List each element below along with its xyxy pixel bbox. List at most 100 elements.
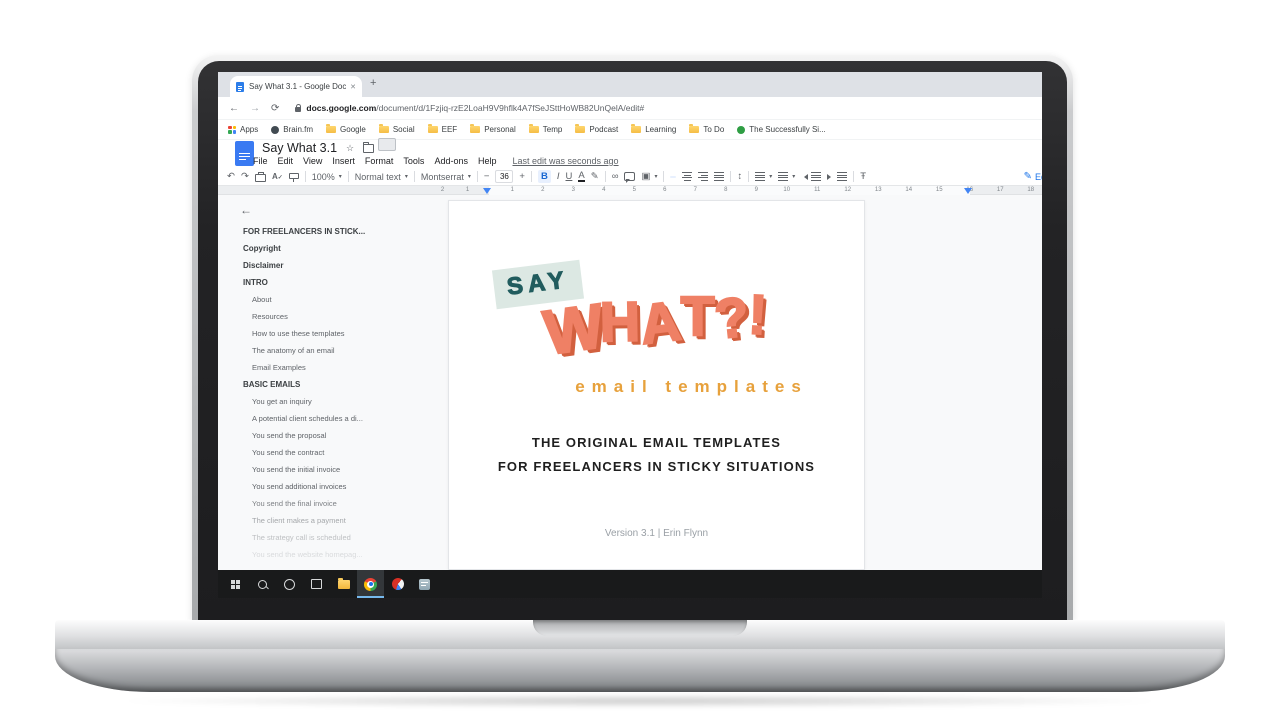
back-icon[interactable]: ← — [229, 103, 239, 114]
bold-button[interactable]: B — [538, 170, 551, 183]
outline-item[interactable]: About — [218, 291, 448, 308]
insert-link-icon[interactable]: ∞ — [612, 171, 619, 182]
outline-item[interactable]: How to use these templates — [218, 325, 448, 342]
document-title[interactable]: Say What 3.1 — [262, 141, 337, 155]
outline-item[interactable]: Copyright — [218, 240, 448, 257]
indent-marker-left[interactable] — [483, 188, 491, 194]
site-icon — [271, 126, 279, 134]
bullet-list-button[interactable]: ▾ — [778, 172, 795, 181]
outline-item[interactable]: You get an inquiry — [218, 393, 448, 410]
star-icon[interactable]: ☆ — [346, 143, 354, 154]
bookmark-brainfm[interactable]: Brain.fm — [271, 125, 313, 134]
font-size-decrease[interactable]: − — [484, 171, 490, 182]
bookmark-successfully[interactable]: The Successfully Si... — [737, 125, 825, 134]
outline-item[interactable]: Disclaimer — [218, 257, 448, 274]
outline-item[interactable]: A potential client schedules a di... — [218, 410, 448, 427]
bookmark-folder-todo[interactable]: To Do — [689, 125, 724, 134]
move-folder-icon[interactable] — [363, 144, 374, 153]
address-bar[interactable]: docs.google.com/document/d/1Fzjiq-rzE2Lo… — [306, 103, 644, 113]
align-left-button[interactable] — [670, 176, 676, 178]
spellcheck-icon[interactable]: A✓ — [272, 172, 283, 181]
outline-item[interactable]: You send the website homepag... — [218, 546, 448, 563]
file-explorer-button[interactable] — [330, 570, 357, 598]
zoom-select[interactable]: 100%▾ — [312, 172, 342, 182]
new-tab-button[interactable]: + — [370, 77, 376, 89]
editing-mode-button[interactable]: ✎ Edi — [1024, 171, 1042, 182]
close-outline-icon[interactable]: ← — [240, 203, 252, 217]
insert-comment-icon[interactable] — [624, 172, 635, 181]
document-page[interactable]: SAY WHAT?! email templates THE ORIGINAL … — [448, 200, 865, 570]
app-notes-button[interactable] — [411, 570, 438, 598]
outline-item[interactable]: The anatomy of an email — [218, 342, 448, 359]
menu-insert[interactable]: Insert — [332, 156, 355, 166]
align-right-button[interactable] — [698, 172, 708, 181]
taskbar-search[interactable] — [249, 570, 276, 598]
insert-image-icon[interactable]: ▣▾ — [641, 171, 657, 182]
ruler[interactable]: 21 123456789101112131415161718 — [218, 186, 1042, 195]
browser-tab-active[interactable]: Say What 3.1 - Google Docs ✕ — [230, 76, 362, 97]
outline-item[interactable]: The client makes a payment — [218, 512, 448, 529]
bookmark-folder-learning[interactable]: Learning — [631, 125, 676, 134]
menu-format[interactable]: Format — [365, 156, 394, 166]
menu-view[interactable]: View — [303, 156, 322, 166]
close-tab-icon[interactable]: ✕ — [350, 83, 356, 91]
bookmark-folder-google[interactable]: Google — [326, 125, 366, 134]
print-icon[interactable] — [255, 174, 266, 182]
app-red-button[interactable] — [384, 570, 411, 598]
line-spacing-icon[interactable]: ↕ — [737, 171, 742, 182]
indent-decrease-button[interactable] — [801, 172, 821, 181]
italic-button[interactable]: I — [557, 171, 560, 182]
indent-marker-right[interactable] — [964, 188, 972, 194]
undo-icon[interactable]: ↶ — [227, 171, 235, 182]
bookmark-folder-podcast[interactable]: Podcast — [575, 125, 618, 134]
redo-icon[interactable]: ↷ — [241, 171, 249, 182]
docs-toolbar: ↶ ↷ A✓ 100%▾ Normal text▾ Montserrat▾ − … — [218, 168, 1042, 186]
bookmark-folder-temp[interactable]: Temp — [529, 125, 563, 134]
outline-item[interactable]: You send additional invoices — [218, 478, 448, 495]
outline-item[interactable]: You send the contract — [218, 444, 448, 461]
bookmark-folder-social[interactable]: Social — [379, 125, 415, 134]
start-button[interactable] — [222, 570, 249, 598]
outline-item[interactable]: FOR FREELANCERS IN STICK... — [218, 223, 448, 240]
align-justify-button[interactable] — [714, 172, 724, 181]
outline-item[interactable]: You send the final invoice — [218, 495, 448, 512]
taskbar-cortana[interactable] — [276, 570, 303, 598]
font-select[interactable]: Montserrat▾ — [421, 172, 471, 182]
forward-icon[interactable]: → — [250, 103, 260, 114]
chrome-taskbar-button[interactable] — [357, 570, 384, 598]
menu-help[interactable]: Help — [478, 156, 497, 166]
outline-item[interactable]: The strategy call is scheduled — [218, 529, 448, 546]
clear-formatting-button[interactable]: Ŧ — [860, 171, 866, 182]
menu-addons[interactable]: Add-ons — [434, 156, 468, 166]
align-center-button[interactable] — [682, 172, 692, 181]
numbered-list-button[interactable]: ▾ — [755, 172, 772, 181]
task-view-button[interactable] — [303, 570, 330, 598]
outline-item[interactable]: Resources — [218, 308, 448, 325]
underline-button[interactable]: U — [566, 171, 573, 182]
font-size-value[interactable]: 36 — [495, 170, 513, 183]
menu-edit[interactable]: Edit — [278, 156, 294, 166]
menu-file[interactable]: File — [253, 156, 268, 166]
highlight-button[interactable]: ✎ — [591, 171, 599, 182]
bookmark-folder-eef[interactable]: EEF — [428, 125, 458, 134]
search-icon — [258, 580, 267, 589]
outline-item[interactable]: Email Examples — [218, 359, 448, 376]
site-icon — [737, 126, 745, 134]
outline-item[interactable]: INTRO — [218, 274, 448, 291]
google-docs-icon[interactable] — [235, 141, 254, 166]
ruler-numbers: 123456789101112131415161718 — [497, 186, 1042, 195]
outline-item[interactable]: You send the proposal — [218, 427, 448, 444]
font-size-increase[interactable]: + — [519, 171, 525, 182]
outline-item[interactable]: BASIC EMAILS — [218, 376, 448, 393]
reload-icon[interactable]: ⟳ — [271, 103, 279, 114]
menu-tools[interactable]: Tools — [403, 156, 424, 166]
last-edit-status[interactable]: Last edit was seconds ago — [512, 156, 618, 166]
indent-increase-button[interactable] — [827, 172, 847, 181]
styles-select[interactable]: Normal text▾ — [355, 172, 408, 182]
paint-format-icon[interactable] — [289, 173, 299, 179]
browser-toolbar: ← → ⟳ docs.google.com/document/d/1Fzjiq-… — [218, 97, 1042, 120]
outline-item[interactable]: You send the initial invoice — [218, 461, 448, 478]
bookmark-apps[interactable]: Apps — [228, 125, 258, 134]
bookmark-folder-personal[interactable]: Personal — [470, 125, 516, 134]
text-color-button[interactable]: A — [578, 172, 584, 182]
